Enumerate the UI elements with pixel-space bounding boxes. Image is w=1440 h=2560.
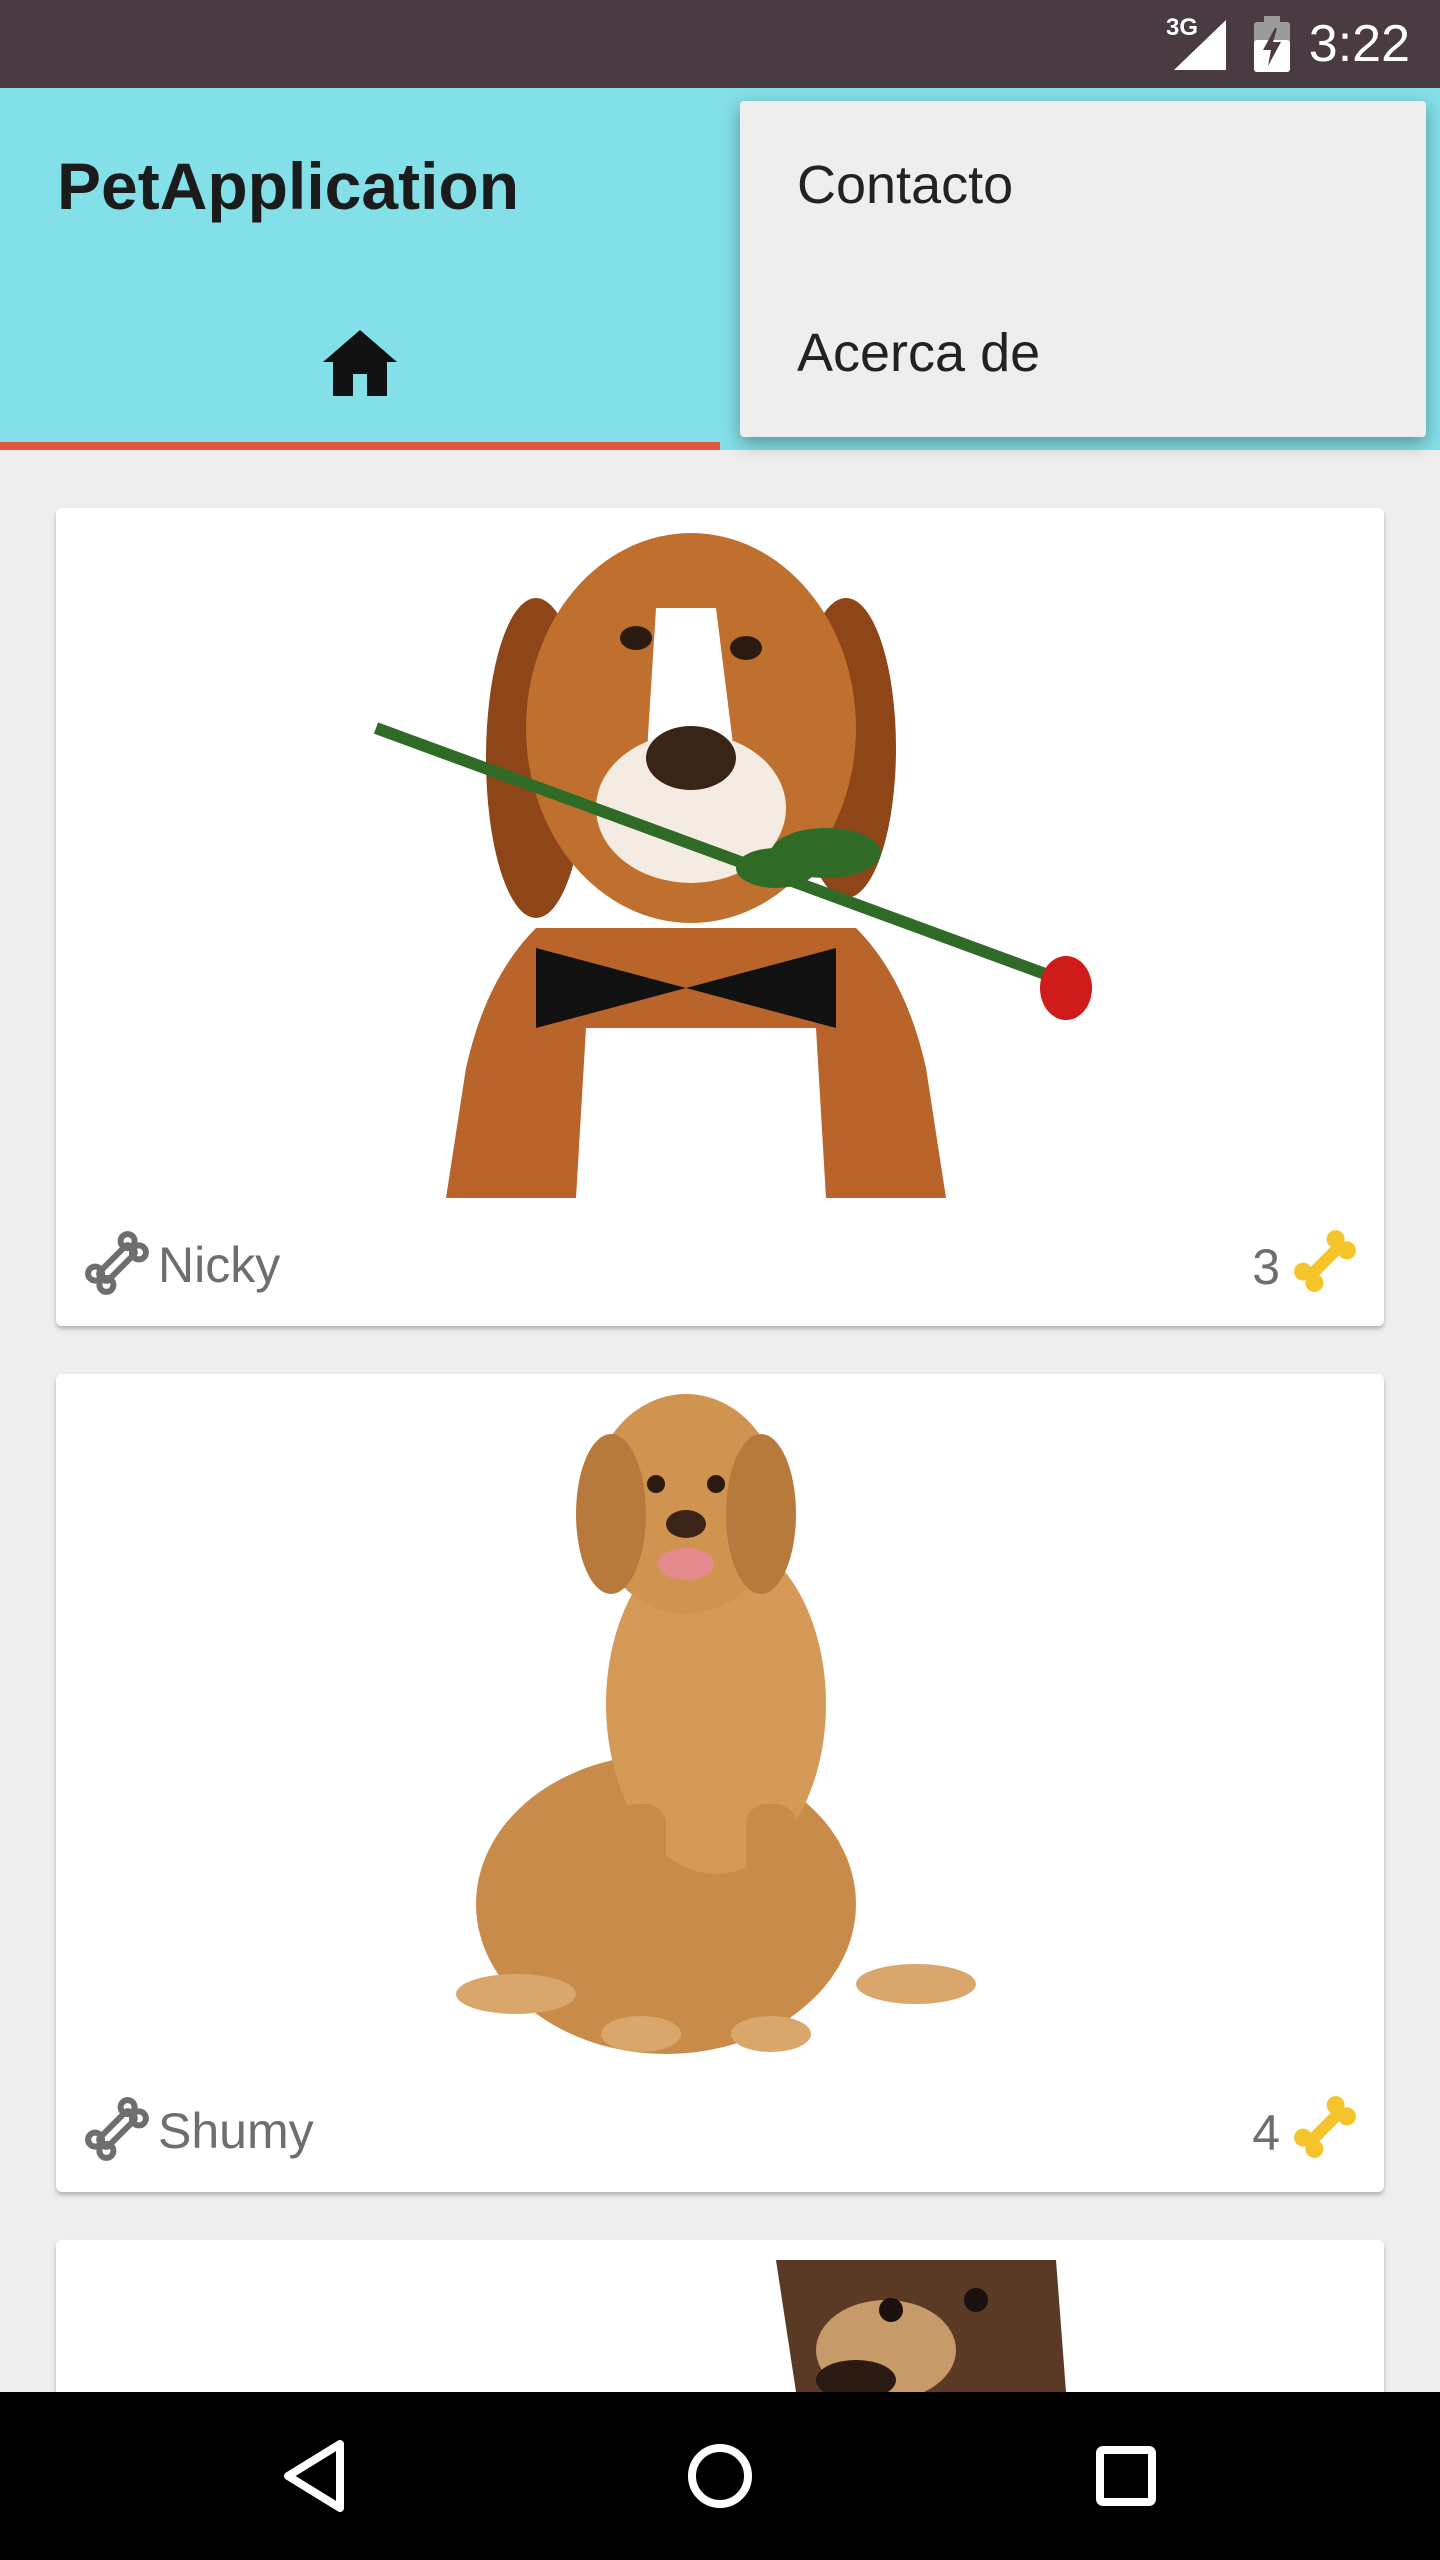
- pet-photo-golden-retriever: [56, 1374, 1384, 2064]
- overflow-menu: Contacto Acerca de: [740, 101, 1426, 437]
- menu-item-contacto[interactable]: Contacto: [740, 101, 1426, 269]
- app-title: PetApplication: [57, 149, 520, 223]
- pet-name: Shumy: [158, 2103, 314, 2159]
- home-icon[interactable]: [323, 330, 397, 396]
- bone-like-icon[interactable]: [1290, 2092, 1360, 2162]
- pet-card[interactable]: Shumy 4: [56, 1374, 1384, 2192]
- home-circle-icon[interactable]: [674, 2430, 766, 2522]
- pet-footer: Shumy 4: [56, 2064, 1384, 2184]
- pet-photo-german-shepherd: [56, 2240, 1384, 2392]
- pet-card[interactable]: [56, 2240, 1384, 2392]
- recents-icon[interactable]: [1080, 2430, 1172, 2522]
- pet-card[interactable]: Nicky 3: [56, 508, 1384, 1326]
- status-bar: 3G 3:22: [0, 0, 1440, 88]
- pet-photo-beagle: [56, 508, 1384, 1198]
- back-icon[interactable]: [270, 2430, 362, 2522]
- pet-name: Nicky: [158, 1237, 281, 1293]
- navigation-bar: [0, 2392, 1440, 2560]
- bone-like-icon[interactable]: [1290, 1226, 1360, 1296]
- pet-footer: Nicky 3: [56, 1198, 1384, 1318]
- battery-charging-icon: [1254, 16, 1290, 72]
- like-count: 3: [1252, 1239, 1280, 1295]
- clock: 3:22: [1308, 15, 1410, 73]
- menu-item-label: Contacto: [797, 155, 1014, 215]
- bone-outline-icon: [85, 1231, 149, 1295]
- menu-item-acerca-de[interactable]: Acerca de: [740, 269, 1426, 437]
- like-count: 4: [1252, 2105, 1280, 2161]
- tab-indicator: [0, 442, 720, 450]
- bone-outline-icon: [85, 2097, 149, 2161]
- network-type-label: 3G: [1166, 14, 1199, 41]
- menu-item-label: Acerca de: [797, 323, 1041, 383]
